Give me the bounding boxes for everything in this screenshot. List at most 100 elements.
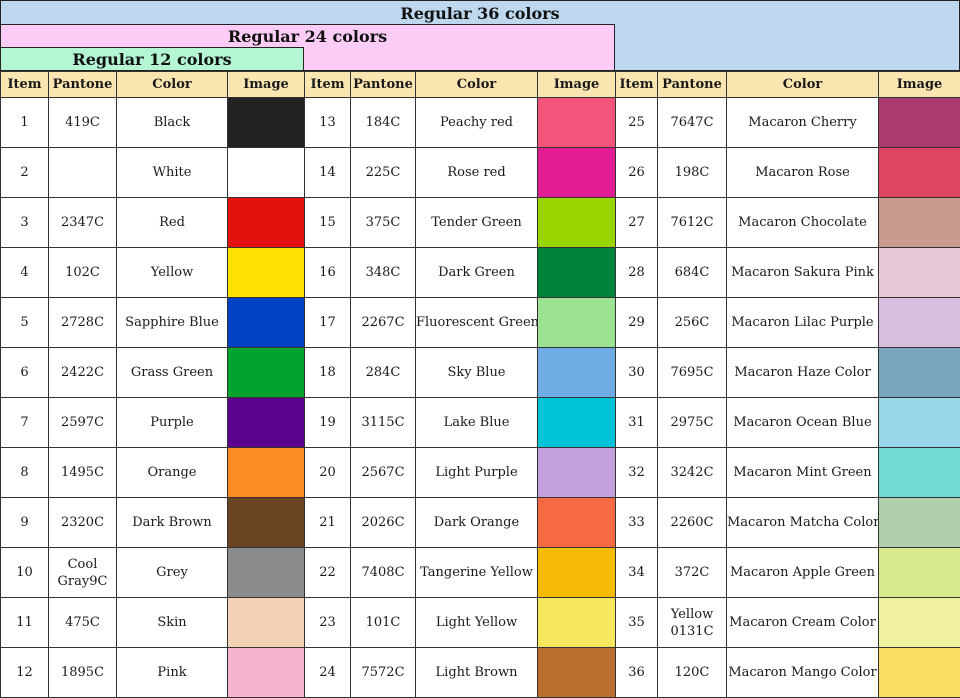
- item-number: 33: [616, 498, 658, 548]
- color-swatch: [228, 448, 304, 497]
- item-number: 10: [1, 548, 49, 598]
- item-number: 13: [305, 98, 351, 148]
- column-header-row: ItemPantoneColorImageItemPantoneColorIma…: [1, 72, 960, 98]
- color-name: Tender Green: [416, 198, 538, 248]
- item-number: 5: [1, 298, 49, 348]
- color-name: Light Yellow: [416, 598, 538, 648]
- item-number: 9: [1, 498, 49, 548]
- table-row: 2White14225CRose red26198CMacaron Rose: [1, 148, 960, 198]
- item-number: 21: [305, 498, 351, 548]
- table-row: 11475CSkin23101CLight Yellow35Yellow 013…: [1, 598, 960, 648]
- color-swatch: [228, 98, 304, 147]
- color-swatch: [538, 498, 615, 547]
- color-image: [538, 548, 616, 598]
- color-swatch: [879, 648, 960, 697]
- color-swatch: [228, 498, 304, 547]
- color-name: Light Purple: [416, 448, 538, 498]
- pantone-code: 3242C: [658, 448, 727, 498]
- color-swatch: [879, 598, 960, 647]
- pantone-code: 225C: [351, 148, 416, 198]
- table-row: 1419CBlack13184CPeachy red257647CMacaron…: [1, 98, 960, 148]
- color-swatch: [879, 548, 960, 597]
- item-number: 26: [616, 148, 658, 198]
- pantone-code: Cool Gray9C: [49, 548, 117, 598]
- color-image: [228, 598, 305, 648]
- pantone-code: 2320C: [49, 498, 117, 548]
- pantone-code: 256C: [658, 298, 727, 348]
- pantone-code: 3115C: [351, 398, 416, 448]
- color-image: [228, 198, 305, 248]
- column-header-color: Color: [416, 72, 538, 98]
- color-name: Macaron Cherry: [727, 98, 879, 148]
- color-image: [879, 348, 960, 398]
- color-image: [228, 498, 305, 548]
- color-image: [879, 548, 960, 598]
- pantone-code: 284C: [351, 348, 416, 398]
- pantone-code: 102C: [49, 248, 117, 298]
- color-swatch: [228, 148, 304, 197]
- color-image: [538, 448, 616, 498]
- color-swatch: [228, 248, 304, 297]
- item-number: 2: [1, 148, 49, 198]
- color-swatch: [538, 148, 615, 197]
- item-number: 11: [1, 598, 49, 648]
- color-name: Macaron Matcha Color: [727, 498, 879, 548]
- item-number: 15: [305, 198, 351, 248]
- table-row: 92320CDark Brown212026CDark Orange332260…: [1, 498, 960, 548]
- item-number: 12: [1, 648, 49, 698]
- item-number: 30: [616, 348, 658, 398]
- item-number: 22: [305, 548, 351, 598]
- color-image: [879, 298, 960, 348]
- item-number: 1: [1, 98, 49, 148]
- pantone-code: 2975C: [658, 398, 727, 448]
- color-name: Grey: [117, 548, 228, 598]
- color-swatch: [228, 298, 304, 347]
- color-image: [538, 298, 616, 348]
- color-name: Yellow: [117, 248, 228, 298]
- color-image: [879, 498, 960, 548]
- color-swatch: [538, 248, 615, 297]
- color-name: Sky Blue: [416, 348, 538, 398]
- color-name: Macaron Mint Green: [727, 448, 879, 498]
- pantone-code: 2347C: [49, 198, 117, 248]
- color-swatch: [538, 298, 615, 347]
- color-name: White: [117, 148, 228, 198]
- table-row: 121895CPink247572CLight Brown36120CMacar…: [1, 648, 960, 698]
- color-image: [879, 148, 960, 198]
- color-swatch: [538, 98, 615, 147]
- table-row: 81495COrange202567CLight Purple323242CMa…: [1, 448, 960, 498]
- color-name: Dark Orange: [416, 498, 538, 548]
- color-name: Macaron Rose: [727, 148, 879, 198]
- color-swatch: [228, 398, 304, 447]
- pantone-code: 120C: [658, 648, 727, 698]
- item-number: 36: [616, 648, 658, 698]
- color-swatch: [879, 498, 960, 547]
- color-name: Sapphire Blue: [117, 298, 228, 348]
- color-name: Red: [117, 198, 228, 248]
- pantone-code: 1495C: [49, 448, 117, 498]
- pantone-code: 375C: [351, 198, 416, 248]
- table-row: 52728CSapphire Blue172267CFluorescent Gr…: [1, 298, 960, 348]
- column-header-image: Image: [538, 72, 616, 98]
- color-swatch: [228, 348, 304, 397]
- header-regular-12: Regular 12 colors: [0, 47, 304, 71]
- color-image: [228, 348, 305, 398]
- color-image: [538, 248, 616, 298]
- item-number: 8: [1, 448, 49, 498]
- column-header-image: Image: [228, 72, 305, 98]
- color-swatch: [879, 298, 960, 347]
- column-header-pantone: Pantone: [49, 72, 117, 98]
- color-swatch: [879, 398, 960, 447]
- color-swatch: [538, 548, 615, 597]
- color-name: Macaron Cream Color: [727, 598, 879, 648]
- pantone-code: [49, 148, 117, 198]
- pantone-code: 419C: [49, 98, 117, 148]
- pantone-code: 184C: [351, 98, 416, 148]
- item-number: 14: [305, 148, 351, 198]
- item-number: 17: [305, 298, 351, 348]
- pantone-code: 1895C: [49, 648, 117, 698]
- color-image: [538, 648, 616, 698]
- color-swatch: [538, 598, 615, 647]
- color-name: Skin: [117, 598, 228, 648]
- color-swatch: [879, 198, 960, 247]
